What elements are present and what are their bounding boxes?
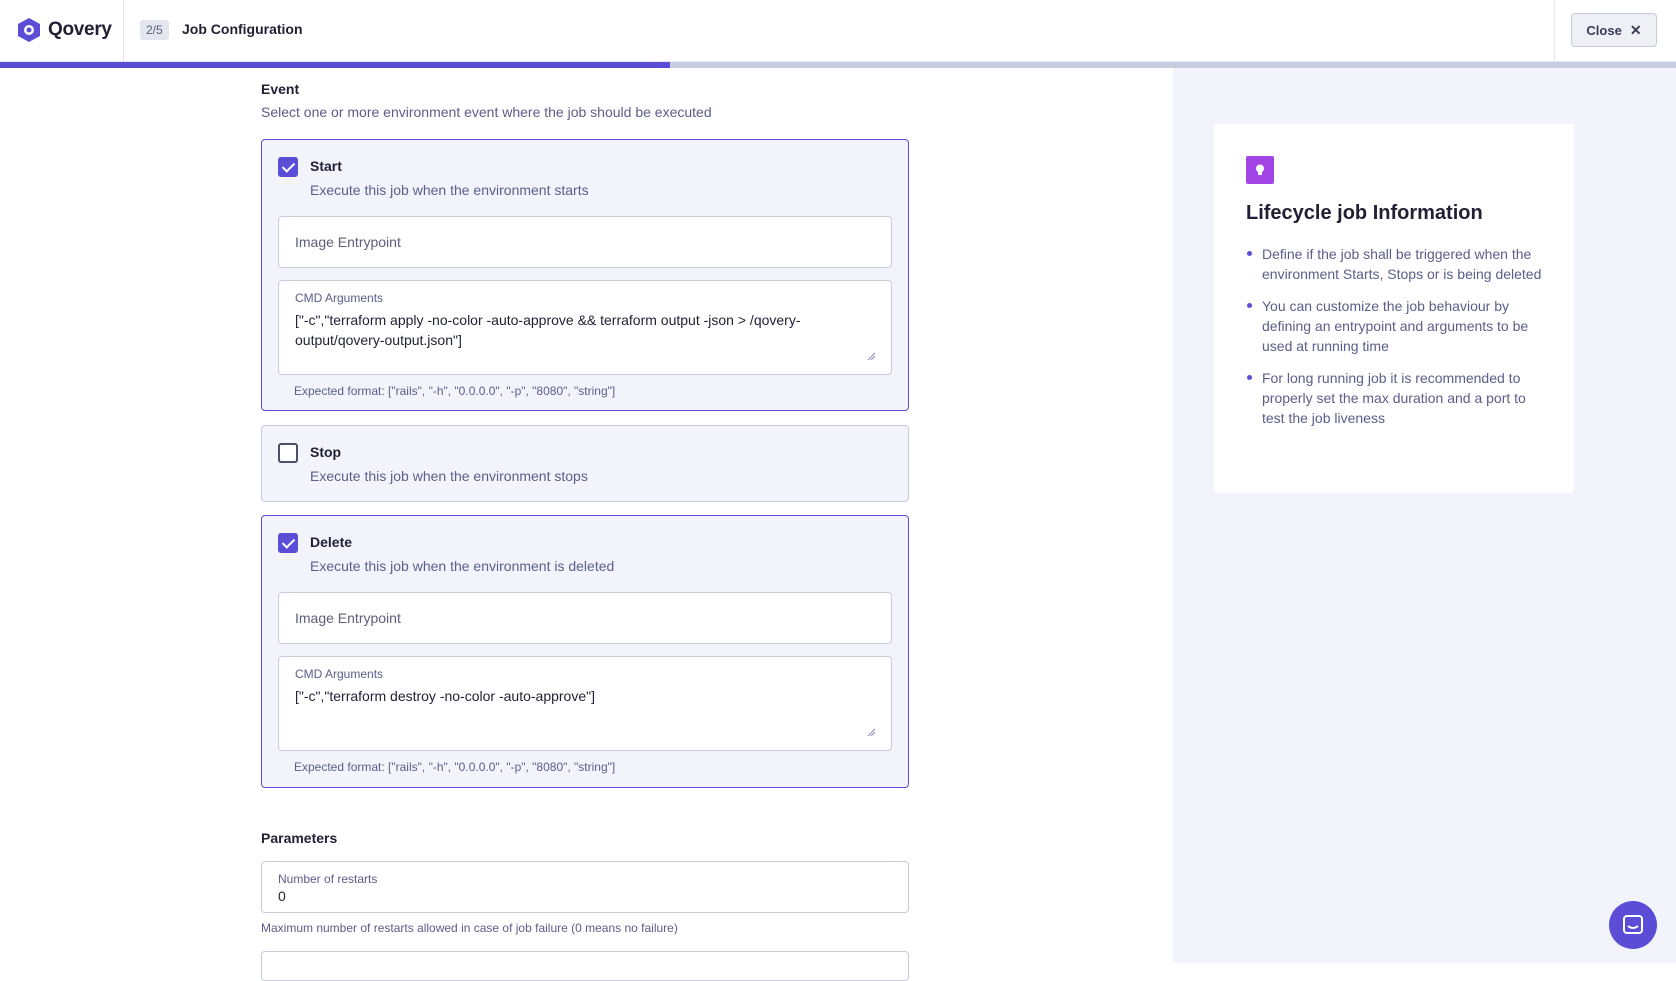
- info-list-item: For long running job it is recommended t…: [1246, 368, 1546, 428]
- event-section-subtitle: Select one or more environment event whe…: [261, 104, 712, 120]
- delete-description: Execute this job when the environment is…: [310, 558, 615, 574]
- event-section-title: Event: [261, 81, 300, 97]
- restarts-hint: Maximum number of restarts allowed in ca…: [261, 921, 678, 935]
- stop-description: Execute this job when the environment st…: [310, 468, 588, 484]
- delete-cmd-arguments-textarea[interactable]: CMD Arguments ["-c","terraform destroy -…: [278, 656, 892, 751]
- start-checkbox[interactable]: [278, 157, 298, 177]
- delete-cmd-hint: Expected format: ["rails", "-h", "0.0.0.…: [294, 760, 616, 774]
- delete-entrypoint-placeholder: Image Entrypoint: [295, 610, 401, 626]
- close-icon: ✕: [1629, 21, 1642, 38]
- header: Qovery 2/5 Job Configuration Close ✕: [0, 0, 1676, 62]
- next-parameter-input[interactable]: [261, 951, 909, 981]
- restarts-label: Number of restarts: [278, 872, 378, 886]
- start-entrypoint-placeholder: Image Entrypoint: [295, 234, 401, 250]
- event-card-delete[interactable]: Delete Execute this job when the environ…: [261, 515, 909, 788]
- header-right-divider: [1554, 0, 1555, 62]
- start-entrypoint-input[interactable]: Image Entrypoint: [278, 216, 892, 268]
- delete-cmd-label: CMD Arguments: [295, 667, 384, 681]
- info-title: Lifecycle job Information: [1246, 202, 1483, 224]
- start-title: Start: [310, 158, 342, 174]
- header-divider: [123, 0, 124, 62]
- delete-title: Delete: [310, 534, 353, 550]
- logo-text: Qovery: [48, 19, 112, 40]
- resize-handle-icon[interactable]: [867, 352, 875, 360]
- info-card: Lifecycle job Information Define if the …: [1214, 124, 1574, 493]
- info-list: Define if the job shall be triggered whe…: [1246, 244, 1546, 440]
- delete-cmd-value: ["-c","terraform destroy -no-color -auto…: [295, 688, 595, 704]
- close-button[interactable]: Close ✕: [1571, 13, 1657, 47]
- start-cmd-arguments-textarea[interactable]: CMD Arguments ["-c","terraform apply -no…: [278, 280, 892, 375]
- parameters-section-title: Parameters: [261, 830, 338, 846]
- restarts-value: 0: [278, 888, 286, 904]
- close-button-label: Close: [1586, 22, 1622, 38]
- start-cmd-label: CMD Arguments: [295, 291, 384, 305]
- number-of-restarts-input[interactable]: Number of restarts 0: [261, 861, 909, 913]
- start-description: Execute this job when the environment st…: [310, 182, 589, 198]
- event-card-stop[interactable]: Stop Execute this job when the environme…: [261, 425, 909, 502]
- info-list-item: You can customize the job behaviour by d…: [1246, 296, 1546, 356]
- stop-title: Stop: [310, 444, 342, 460]
- chat-icon: [1623, 915, 1643, 934]
- lightbulb-icon: [1246, 156, 1274, 184]
- main-content: Event Select one or more environment eve…: [0, 68, 1173, 981]
- step-badge: 2/5: [140, 20, 169, 40]
- delete-checkbox[interactable]: [278, 533, 298, 553]
- chat-button[interactable]: [1609, 901, 1657, 949]
- qovery-logo-icon: [18, 18, 40, 42]
- delete-entrypoint-input[interactable]: Image Entrypoint: [278, 592, 892, 644]
- resize-handle-icon[interactable]: [867, 728, 875, 736]
- page-title: Job Configuration: [182, 21, 303, 37]
- start-cmd-hint: Expected format: ["rails", "-h", "0.0.0.…: [294, 384, 616, 398]
- stop-checkbox[interactable]: [278, 443, 298, 463]
- info-side-panel: Lifecycle job Information Define if the …: [1173, 68, 1676, 963]
- info-list-item: Define if the job shall be triggered whe…: [1246, 244, 1546, 284]
- qovery-logo[interactable]: Qovery: [16, 17, 112, 43]
- event-card-start[interactable]: Start Execute this job when the environm…: [261, 139, 909, 411]
- start-cmd-value: ["-c","terraform apply -no-color -auto-a…: [295, 312, 801, 348]
